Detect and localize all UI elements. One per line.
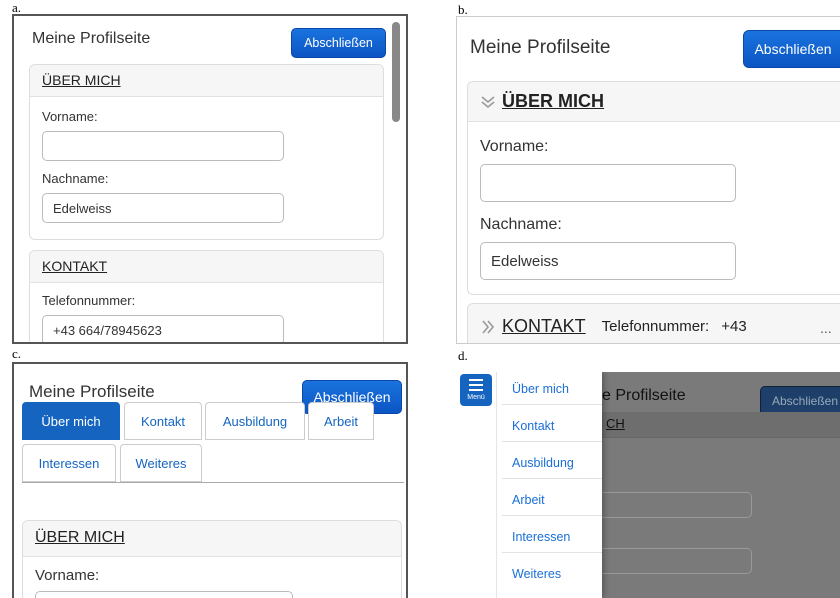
overlay-title-fragment: e Profilseite <box>602 387 686 404</box>
about-section: ÜBER MICH Vorname: Nachname: Edelweiss <box>29 64 384 240</box>
about-section-header[interactable]: ÜBER MICH <box>468 82 840 122</box>
about-heading: ÜBER MICH <box>35 529 125 546</box>
menu-separator <box>502 441 602 442</box>
finish-button[interactable]: Abschließen <box>291 28 386 58</box>
page-title: Meine Profilseite <box>32 30 151 47</box>
about-section-header[interactable]: ÜBER MICH <box>30 65 383 97</box>
last-name-label: Nachname: <box>42 171 109 186</box>
tab-interests[interactable]: Interessen <box>22 444 116 482</box>
contact-heading: KONTAKT <box>502 316 586 336</box>
tab-education[interactable]: Ausbildung <box>205 402 305 440</box>
contact-heading: KONTAKT <box>42 258 108 274</box>
hamburger-icon <box>469 379 483 391</box>
dimmed-section-header <box>602 412 840 438</box>
ellipsis-text: ... <box>820 320 832 336</box>
about-section: ÜBER MICH Vorname: <box>22 520 402 598</box>
phone-value: +43 664/78945623 <box>53 322 162 338</box>
menu-item-work[interactable]: Arbeit <box>512 493 545 507</box>
panel-d-side-menu: e Profilseite Abschließen CH Menü Über m… <box>456 372 840 598</box>
tab-about[interactable]: Über mich <box>22 402 120 440</box>
last-name-value: Edelweiss <box>53 200 112 216</box>
panel-b-accordion-icons: Meine Profilseite Abschließen ÜBER MICH … <box>456 16 840 344</box>
about-section: ÜBER MICH Vorname: Nachname: Edelweiss <box>467 81 840 295</box>
panel-a-accordion-expanded: Meine Profilseite Abschließen ÜBER MICH … <box>12 14 408 344</box>
phone-field[interactable]: +43 664/78945623 <box>42 315 284 342</box>
panel-c-tabs: Meine Profilseite Abschließen Über mich … <box>12 362 408 598</box>
dimmed-first-name-field <box>602 492 752 518</box>
overlay-heading-fragment: CH <box>606 416 625 431</box>
first-name-label: Vorname: <box>480 138 549 155</box>
menu-separator <box>502 404 602 405</box>
last-name-value: Edelweiss <box>491 252 559 270</box>
finish-button[interactable]: Abschließen <box>743 30 840 68</box>
tab-divider <box>22 482 404 483</box>
contact-section: KONTAKT Telefonnummer: +43 664/78945623 <box>29 250 384 342</box>
side-menu: Menü Über mich Kontakt Ausbildung Arbeit… <box>456 372 602 598</box>
phone-value-truncated: +43 <box>721 318 747 335</box>
tab-work[interactable]: Arbeit <box>308 402 374 440</box>
last-name-field[interactable]: Edelweiss <box>42 193 284 223</box>
about-heading: ÜBER MICH <box>42 72 121 88</box>
contact-section-header[interactable]: KONTAKT <box>30 251 383 283</box>
panel-label-d: d. <box>458 348 468 363</box>
contact-section-header[interactable]: KONTAKT Telefonnummer: +43 <box>480 316 747 337</box>
phone-label: Telefonnummer: <box>601 318 710 335</box>
first-name-label: Vorname: <box>42 109 98 124</box>
scrollbar-thumb[interactable] <box>392 22 400 122</box>
menu-item-about[interactable]: Über mich <box>512 382 569 396</box>
tab-contact[interactable]: Kontakt <box>124 402 202 440</box>
menu-vertical-divider <box>496 372 497 598</box>
menu-separator <box>502 478 602 479</box>
first-name-field[interactable] <box>35 591 293 598</box>
about-section-header[interactable]: ÜBER MICH <box>23 521 401 557</box>
menu-item-more[interactable]: Weiteres <box>512 567 561 581</box>
menu-separator <box>502 552 602 553</box>
menu-button-label: Menü <box>467 394 485 401</box>
phone-label: Telefonnummer: <box>42 293 136 308</box>
menu-separator <box>502 515 602 516</box>
menu-item-interests[interactable]: Interessen <box>512 530 570 544</box>
first-name-field[interactable] <box>480 164 736 202</box>
dimmed-last-name-field <box>602 548 752 574</box>
about-heading: ÜBER MICH <box>502 91 604 111</box>
panel-label-c: c. <box>12 346 22 361</box>
last-name-field[interactable]: Edelweiss <box>480 242 736 280</box>
page-title: Meine Profilseite <box>470 37 611 58</box>
menu-button[interactable]: Menü <box>460 374 492 406</box>
contact-section-collapsed[interactable]: KONTAKT Telefonnummer: +43 ... <box>467 303 840 343</box>
page-title: Meine Profilseite <box>29 382 155 401</box>
chevron-double-down-icon <box>481 95 495 108</box>
tab-more[interactable]: Weiteres <box>120 444 202 482</box>
menu-item-contact[interactable]: Kontakt <box>512 419 554 433</box>
chevron-double-right-icon <box>482 319 495 334</box>
first-name-field[interactable] <box>42 131 284 161</box>
first-name-label: Vorname: <box>35 567 100 584</box>
menu-item-education[interactable]: Ausbildung <box>512 456 574 470</box>
last-name-label: Nachname: <box>480 216 562 233</box>
